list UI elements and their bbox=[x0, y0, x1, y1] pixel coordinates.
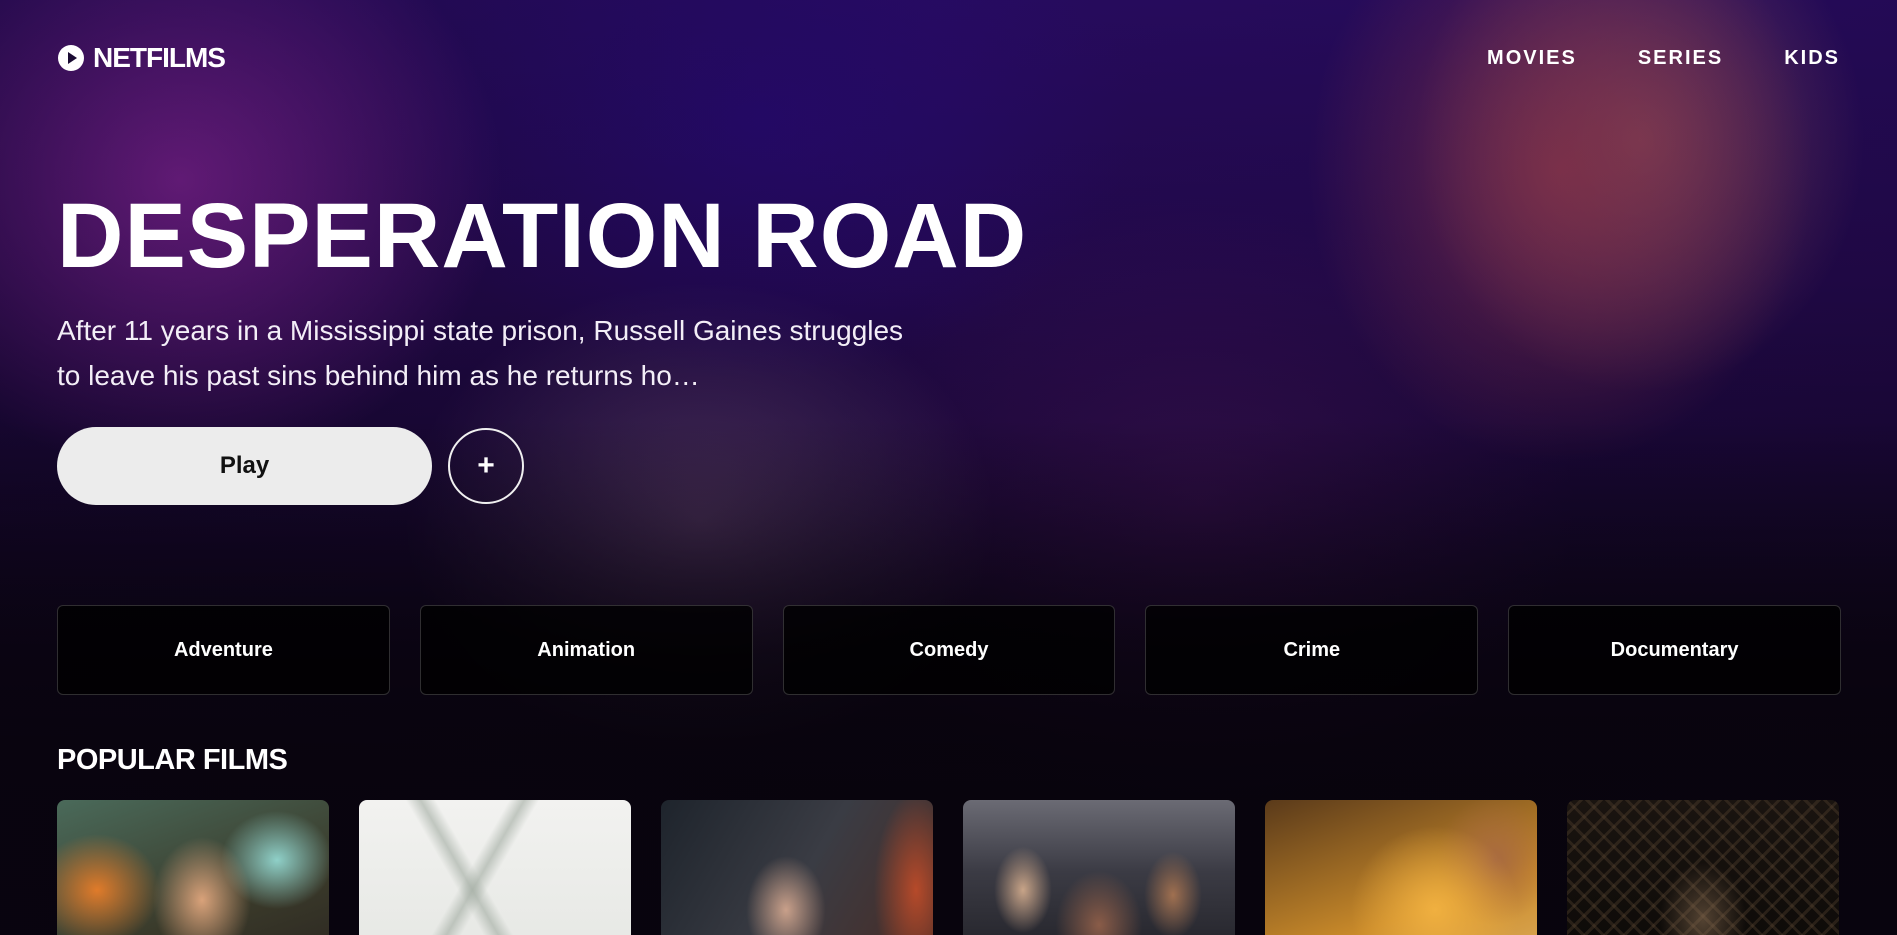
popular-films-row bbox=[57, 800, 1839, 935]
hero-actions: Play + bbox=[57, 427, 524, 505]
play-circle-icon bbox=[57, 44, 85, 72]
play-button[interactable]: Play bbox=[57, 427, 432, 505]
film-poster[interactable] bbox=[1265, 800, 1537, 935]
add-to-list-button[interactable]: + bbox=[448, 428, 524, 504]
hero-description: After 11 years in a Mississippi state pr… bbox=[57, 315, 904, 391]
page: NETFILMS MOVIES SERIES KIDS DESPERATION … bbox=[0, 0, 1897, 935]
genre-adventure[interactable]: Adventure bbox=[57, 605, 390, 695]
nav-item-kids[interactable]: KIDS bbox=[1784, 47, 1840, 70]
film-poster[interactable] bbox=[661, 800, 933, 935]
genre-documentary[interactable]: Documentary bbox=[1508, 605, 1841, 695]
hero-title: DESPERATION ROAD bbox=[57, 185, 1028, 287]
film-poster[interactable] bbox=[57, 800, 329, 935]
genre-list: Adventure Animation Comedy Crime Documen… bbox=[57, 605, 1841, 695]
genre-animation[interactable]: Animation bbox=[419, 605, 753, 695]
logo[interactable]: NETFILMS bbox=[57, 42, 226, 74]
film-poster[interactable] bbox=[1567, 800, 1839, 935]
film-poster[interactable] bbox=[963, 800, 1235, 935]
popular-films-title: POPULAR FILMS bbox=[57, 744, 288, 776]
header: NETFILMS MOVIES SERIES KIDS bbox=[57, 38, 1840, 78]
film-poster[interactable] bbox=[359, 800, 631, 935]
nav-item-series[interactable]: SERIES bbox=[1638, 47, 1723, 70]
genre-comedy[interactable]: Comedy bbox=[782, 605, 1116, 695]
genre-crime[interactable]: Crime bbox=[1145, 605, 1479, 695]
main-nav: MOVIES SERIES KIDS bbox=[1487, 47, 1840, 70]
logo-text: NETFILMS bbox=[93, 42, 226, 73]
nav-item-movies[interactable]: MOVIES bbox=[1487, 47, 1577, 70]
